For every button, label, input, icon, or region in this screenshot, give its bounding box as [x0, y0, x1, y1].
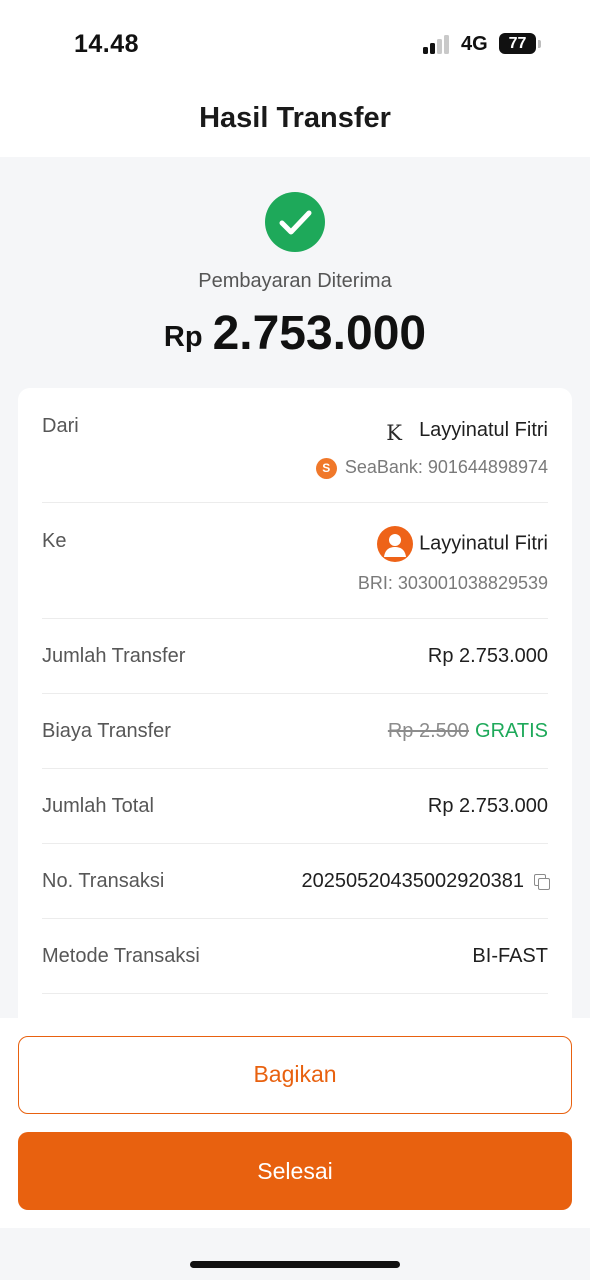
check-circle-icon [265, 192, 325, 252]
row-transfer-fee: Biaya Transfer Rp 2.500 GRATIS [42, 694, 548, 769]
from-label: Dari [42, 415, 79, 437]
footer-area [0, 1228, 590, 1280]
share-button[interactable]: Bagikan [18, 1036, 572, 1114]
transaction-no-line: 20250520435002920381 [301, 870, 550, 893]
fee-value-line: Rp 2.500 GRATIS [388, 720, 548, 743]
to-name: Layyinatul Fitri [419, 532, 548, 555]
person-icon [384, 534, 407, 557]
transfer-details-card: Dari K Layyinatul Fitri S SeaBank: 9016448… [18, 388, 572, 1048]
transfer-amount-label: Jumlah Transfer [42, 645, 186, 667]
total-value: Rp 2.753.000 [427, 795, 548, 817]
battery-level: 77 [508, 35, 527, 52]
transaction-no-value: 20250520435002920381 [301, 870, 524, 892]
transfer-amount-value: Rp 2.753.000 [427, 645, 548, 667]
fee-original: Rp 2.500 [387, 720, 470, 742]
signal-icon [423, 34, 453, 54]
row-transaction-no: No. Transaksi 20250520435002920381 [42, 844, 550, 919]
transaction-no-label: No. Transaksi [42, 870, 165, 892]
row-total: Jumlah Total Rp 2.753.000 [42, 769, 548, 844]
seabank-icon: S [315, 458, 337, 479]
row-transfer-amount: Jumlah Transfer Rp 2.753.000 [42, 619, 548, 694]
bottom-action-bar: Bagikan Selesai [0, 1018, 590, 1280]
transfer-amount-display: Rp 2.753.000 [0, 306, 590, 361]
battery-tip [538, 40, 541, 48]
to-account: BRI: 303001038829539 [357, 573, 548, 593]
checkmark-icon [279, 210, 312, 235]
from-account-line: S SeaBank: 901644898974 [315, 457, 548, 479]
battery-icon: 77 [499, 33, 536, 54]
row-to: Ke Layyinatul Fitri BRI: 303001038829539 [42, 503, 548, 619]
from-name-line: K Layyinatul Fitri [383, 419, 548, 445]
payment-status: Pembayaran Diterima [198, 270, 392, 292]
avatar-icon [377, 526, 414, 562]
from-name: Layyinatul Fitri [419, 419, 548, 441]
network-type: 4G [461, 33, 488, 55]
page-title: Hasil Transfer [199, 102, 391, 134]
nav-bar: Hasil Transfer [0, 88, 590, 157]
sender-logo-icon: K [386, 421, 402, 445]
copy-icon[interactable] [534, 874, 550, 890]
method-value: BI-FAST [472, 945, 548, 967]
amount-currency: Rp [163, 321, 203, 353]
row-method: Metode Transaksi BI-FAST [42, 919, 548, 994]
from-account: SeaBank: 901644898974 [344, 457, 548, 477]
done-button[interactable]: Selesai [18, 1132, 572, 1210]
fee-free-badge: GRATIS [475, 720, 548, 742]
total-label: Jumlah Total [42, 795, 154, 817]
status-time: 14.48 [74, 30, 140, 58]
fee-label: Biaya Transfer [42, 720, 171, 742]
to-name-line: Layyinatul Fitri [377, 526, 548, 562]
amount-value: 2.753.000 [212, 307, 427, 360]
status-bar: 14.48 4G 77 [0, 0, 590, 88]
row-from: Dari K Layyinatul Fitri S SeaBank: 9016448… [42, 388, 548, 503]
home-indicator[interactable] [190, 1261, 400, 1268]
to-label: Ke [42, 530, 67, 552]
method-label: Metode Transaksi [42, 945, 200, 967]
